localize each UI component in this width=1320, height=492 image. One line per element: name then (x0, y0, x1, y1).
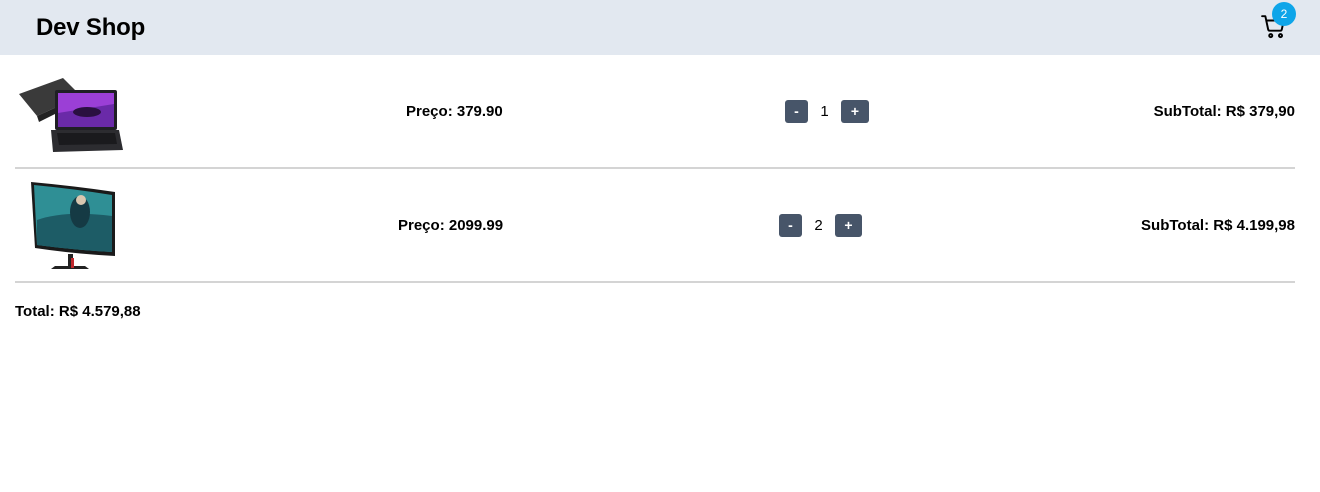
increase-quantity-button[interactable]: + (835, 213, 862, 237)
monitor-image (15, 180, 125, 270)
cart-button[interactable]: 2 (1261, 1, 1296, 40)
logo[interactable]: Dev Shop (36, 14, 145, 42)
quantity-stepper: - 1 + (785, 99, 869, 123)
decrease-quantity-button[interactable]: - (785, 99, 808, 123)
item-subtotal: SubTotal: R$ 379,90 (1153, 102, 1295, 120)
cart-item-row: Preço: 379.90 - 1 + SubTotal: R$ 379,90 (15, 55, 1295, 169)
cart-item-row: Preço: 2099.99 - 2 + SubTotal: R$ 4.199,… (15, 169, 1295, 283)
cart-list: Preço: 379.90 - 1 + SubTotal: R$ 379,90 … (0, 55, 1320, 283)
laptop-image (15, 66, 125, 156)
cart-total: Total: R$ 4.579,88 (15, 303, 141, 320)
item-price: Preço: 379.90 (406, 102, 503, 120)
quantity-stepper: - 2 + (779, 213, 862, 237)
increase-quantity-button[interactable]: + (841, 99, 869, 123)
item-subtotal: SubTotal: R$ 4.199,98 (1141, 216, 1295, 234)
header: Dev Shop 2 (0, 0, 1320, 55)
cart-count-badge: 2 (1272, 1, 1296, 26)
item-price: Preço: 2099.99 (398, 216, 504, 234)
decrease-quantity-button[interactable]: - (779, 213, 802, 237)
quantity-value: 1 (820, 102, 829, 120)
quantity-value: 2 (814, 216, 823, 234)
